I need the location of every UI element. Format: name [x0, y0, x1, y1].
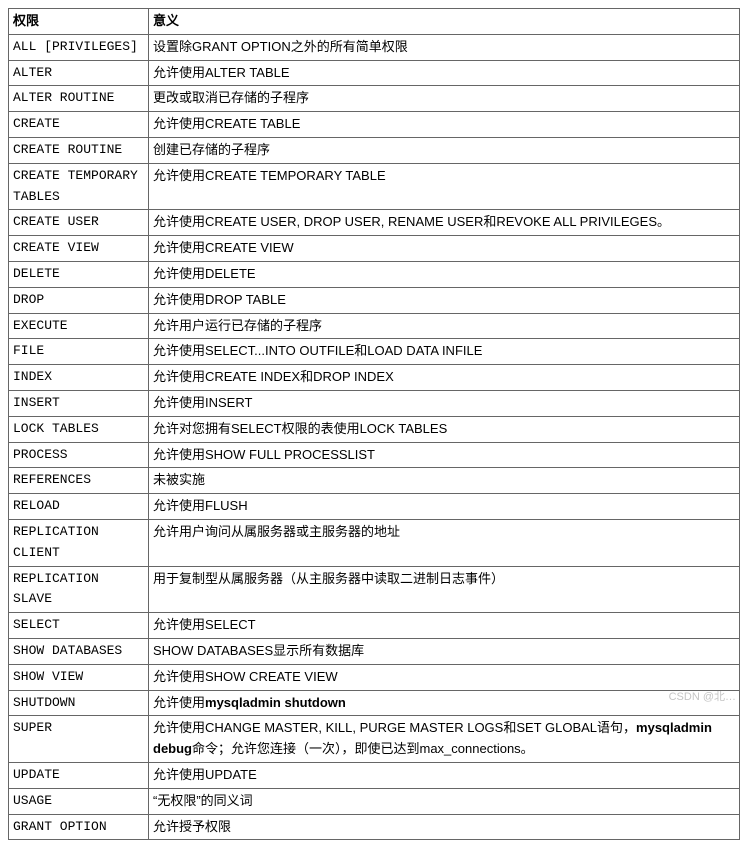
privilege-cell: RELOAD — [9, 494, 149, 520]
privilege-cell: UPDATE — [9, 762, 149, 788]
table-row: DROP允许使用DROP TABLE — [9, 287, 740, 313]
privilege-cell: INSERT — [9, 390, 149, 416]
privilege-cell: CREATE VIEW — [9, 236, 149, 262]
header-privilege: 权限 — [9, 9, 149, 35]
table-row: REPLICATION SLAVE用于复制型从属服务器（从主服务器中读取二进制日… — [9, 566, 740, 613]
meaning-cell: 允许用户询问从属服务器或主服务器的地址 — [149, 519, 740, 566]
privilege-cell: SUPER — [9, 716, 149, 763]
table-row: GRANT OPTION允许授予权限 — [9, 814, 740, 840]
table-row: FILE允许使用SELECT...INTO OUTFILE和LOAD DATA … — [9, 339, 740, 365]
privilege-cell: DELETE — [9, 261, 149, 287]
table-row: ALTER ROUTINE更改或取消已存储的子程序 — [9, 86, 740, 112]
privilege-cell: PROCESS — [9, 442, 149, 468]
table-row: ALTER允许使用ALTER TABLE — [9, 60, 740, 86]
meaning-cell: 允许使用INSERT — [149, 390, 740, 416]
privilege-cell: REPLICATION SLAVE — [9, 566, 149, 613]
meaning-cell: 允许使用SHOW FULL PROCESSLIST — [149, 442, 740, 468]
header-meaning: 意义 — [149, 9, 740, 35]
meaning-cell: 允许使用ALTER TABLE — [149, 60, 740, 86]
table-row: SUPER允许使用CHANGE MASTER, KILL, PURGE MAST… — [9, 716, 740, 763]
privilege-cell: CREATE — [9, 112, 149, 138]
meaning-cell: 更改或取消已存储的子程序 — [149, 86, 740, 112]
meaning-cell: 允许使用CREATE TEMPORARY TABLE — [149, 163, 740, 210]
privilege-cell: CREATE ROUTINE — [9, 137, 149, 163]
meaning-cell: 允许对您拥有SELECT权限的表使用LOCK TABLES — [149, 416, 740, 442]
meaning-cell: 允许使用DROP TABLE — [149, 287, 740, 313]
privilege-cell: GRANT OPTION — [9, 814, 149, 840]
meaning-cell: 允许授予权限 — [149, 814, 740, 840]
meaning-cell: 允许使用CREATE INDEX和DROP INDEX — [149, 365, 740, 391]
privilege-cell: EXECUTE — [9, 313, 149, 339]
table-row: ALL [PRIVILEGES]设置除GRANT OPTION之外的所有简单权限 — [9, 34, 740, 60]
table-row: PROCESS允许使用SHOW FULL PROCESSLIST — [9, 442, 740, 468]
privilege-cell: ALTER ROUTINE — [9, 86, 149, 112]
table-row: SHOW DATABASESSHOW DATABASES显示所有数据库 — [9, 638, 740, 664]
table-row: CREATE TEMPORARY TABLES允许使用CREATE TEMPOR… — [9, 163, 740, 210]
table-row: USAGE“无权限”的同义词 — [9, 788, 740, 814]
table-row: EXECUTE允许用户运行已存储的子程序 — [9, 313, 740, 339]
privilege-cell: SHOW VIEW — [9, 664, 149, 690]
table-row: CREATE允许使用CREATE TABLE — [9, 112, 740, 138]
table-row: SHOW VIEW允许使用SHOW CREATE VIEW — [9, 664, 740, 690]
table-row: INSERT允许使用INSERT — [9, 390, 740, 416]
meaning-cell: 允许使用CREATE TABLE — [149, 112, 740, 138]
table-row: DELETE允许使用DELETE — [9, 261, 740, 287]
privilege-cell: CREATE TEMPORARY TABLES — [9, 163, 149, 210]
privilege-cell: LOCK TABLES — [9, 416, 149, 442]
privilege-cell: SHOW DATABASES — [9, 638, 149, 664]
meaning-cell: 允许使用SELECT...INTO OUTFILE和LOAD DATA INFI… — [149, 339, 740, 365]
table-row: REFERENCES未被实施 — [9, 468, 740, 494]
table-row: UPDATE允许使用UPDATE — [9, 762, 740, 788]
table-row: CREATE VIEW允许使用CREATE VIEW — [9, 236, 740, 262]
table-row: CREATE USER允许使用CREATE USER, DROP USER, R… — [9, 210, 740, 236]
meaning-cell: “无权限”的同义词 — [149, 788, 740, 814]
meaning-cell: 允许使用SHOW CREATE VIEW — [149, 664, 740, 690]
meaning-cell: 允许使用DELETE — [149, 261, 740, 287]
table-row: SELECT允许使用SELECT — [9, 613, 740, 639]
meaning-cell: 允许使用SELECT — [149, 613, 740, 639]
table-row: REPLICATION CLIENT允许用户询问从属服务器或主服务器的地址 — [9, 519, 740, 566]
privilege-cell: SELECT — [9, 613, 149, 639]
table-body: ALL [PRIVILEGES]设置除GRANT OPTION之外的所有简单权限… — [9, 34, 740, 840]
privilege-cell: CREATE USER — [9, 210, 149, 236]
privilege-cell: ALTER — [9, 60, 149, 86]
meaning-cell: 允许用户运行已存储的子程序 — [149, 313, 740, 339]
meaning-cell: 未被实施 — [149, 468, 740, 494]
privilege-cell: INDEX — [9, 365, 149, 391]
privilege-cell: REFERENCES — [9, 468, 149, 494]
meaning-cell: SHOW DATABASES显示所有数据库 — [149, 638, 740, 664]
meaning-cell: 允许使用FLUSH — [149, 494, 740, 520]
privilege-cell: ALL [PRIVILEGES] — [9, 34, 149, 60]
table-row: RELOAD允许使用FLUSH — [9, 494, 740, 520]
table-header-row: 权限 意义 — [9, 9, 740, 35]
meaning-cell: 允许使用CREATE USER, DROP USER, RENAME USER和… — [149, 210, 740, 236]
table-row: LOCK TABLES允许对您拥有SELECT权限的表使用LOCK TABLES — [9, 416, 740, 442]
privilege-cell: USAGE — [9, 788, 149, 814]
privilege-cell: FILE — [9, 339, 149, 365]
meaning-cell: 创建已存储的子程序 — [149, 137, 740, 163]
meaning-cell: 允许使用CHANGE MASTER, KILL, PURGE MASTER LO… — [149, 716, 740, 763]
privileges-table: 权限 意义 ALL [PRIVILEGES]设置除GRANT OPTION之外的… — [8, 8, 740, 840]
meaning-cell: 用于复制型从属服务器（从主服务器中读取二进制日志事件） — [149, 566, 740, 613]
table-row: INDEX允许使用CREATE INDEX和DROP INDEX — [9, 365, 740, 391]
meaning-cell: 设置除GRANT OPTION之外的所有简单权限 — [149, 34, 740, 60]
privilege-cell: DROP — [9, 287, 149, 313]
meaning-cell: 允许使用CREATE VIEW — [149, 236, 740, 262]
table-row: CREATE ROUTINE创建已存储的子程序 — [9, 137, 740, 163]
meaning-cell: 允许使用UPDATE — [149, 762, 740, 788]
privilege-cell: REPLICATION CLIENT — [9, 519, 149, 566]
